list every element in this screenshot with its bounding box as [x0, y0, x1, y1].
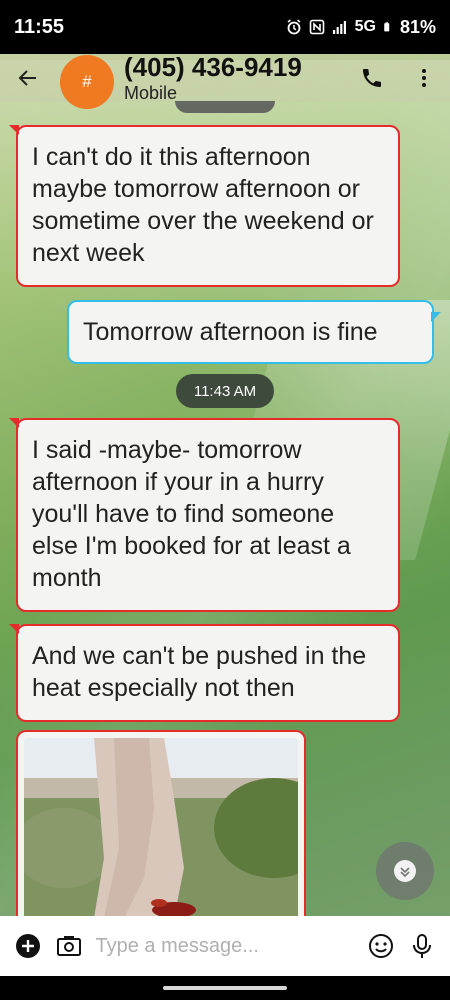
add-attachment-button[interactable] — [8, 924, 49, 968]
signal-icon — [332, 21, 346, 34]
contact-type: Mobile — [124, 83, 178, 103]
message-text: I can't do it this afternoon maybe tomor… — [32, 143, 374, 267]
bubble-tail — [431, 312, 441, 322]
status-icons: 5G 81% — [286, 17, 436, 38]
network-type: 5G — [354, 18, 376, 35]
status-time: 11:55 — [14, 15, 65, 38]
camera-icon — [57, 936, 82, 956]
call-button[interactable] — [346, 54, 398, 102]
message-bubble-incoming[interactable]: And we can't be pushed in the heat espec… — [9, 624, 400, 722]
message-timestamp: 11:43 AM — [176, 374, 274, 408]
bubble-tail — [9, 125, 19, 135]
voice-input-button[interactable] — [401, 924, 442, 968]
image-message[interactable] — [16, 730, 306, 916]
emoji-button[interactable] — [361, 924, 402, 968]
scroll-to-bottom-button[interactable] — [376, 842, 434, 900]
nfc-icon — [309, 19, 324, 35]
add-circle-icon — [16, 934, 41, 958]
arrow-back-icon — [18, 70, 36, 86]
compose-bar — [0, 916, 450, 976]
camera-button[interactable] — [49, 924, 90, 968]
microphone-icon — [412, 934, 431, 958]
contact-info[interactable]: (405) 436-9419 Mobile — [124, 54, 302, 102]
back-button[interactable] — [0, 54, 56, 102]
alarm-icon — [287, 19, 301, 35]
battery-icon — [384, 22, 390, 32]
photo-content — [24, 738, 298, 916]
bubble-tail — [9, 624, 19, 634]
message-text: I said -maybe- tomorrow afternoon if you… — [32, 436, 351, 592]
message-text: And we can't be pushed in the heat espec… — [32, 642, 367, 702]
header-actions — [346, 54, 450, 102]
chevron-down-icon — [394, 860, 416, 882]
conversation-header: # (405) 436-9419 Mobile — [0, 54, 450, 109]
more-vert-icon — [422, 69, 426, 87]
message-bubble-incoming[interactable]: I can't do it this afternoon maybe tomor… — [9, 125, 400, 287]
scroll-indicator — [175, 101, 275, 113]
message-bubble-incoming[interactable]: I said -maybe- tomorrow afternoon if you… — [9, 418, 400, 612]
contact-name: (405) 436-9419 — [124, 52, 302, 82]
home-gesture-handle[interactable] — [163, 986, 287, 990]
message-bubble-outgoing[interactable]: Tomorrow afternoon is fine — [67, 300, 441, 364]
system-navigation-bar — [0, 976, 450, 1000]
message-text: Tomorrow afternoon is fine — [83, 318, 378, 346]
avatar-letter: # — [82, 72, 92, 91]
battery-percent: 81% — [399, 16, 436, 37]
message-input[interactable] — [89, 924, 361, 968]
more-options-button[interactable] — [398, 54, 450, 102]
avatar[interactable]: # — [60, 55, 114, 109]
attached-photo — [24, 738, 298, 916]
status-bar: 11:55 5G 81% — [0, 0, 450, 54]
phone-icon — [363, 69, 381, 87]
bubble-tail — [9, 418, 19, 428]
emoji-icon — [368, 934, 393, 958]
